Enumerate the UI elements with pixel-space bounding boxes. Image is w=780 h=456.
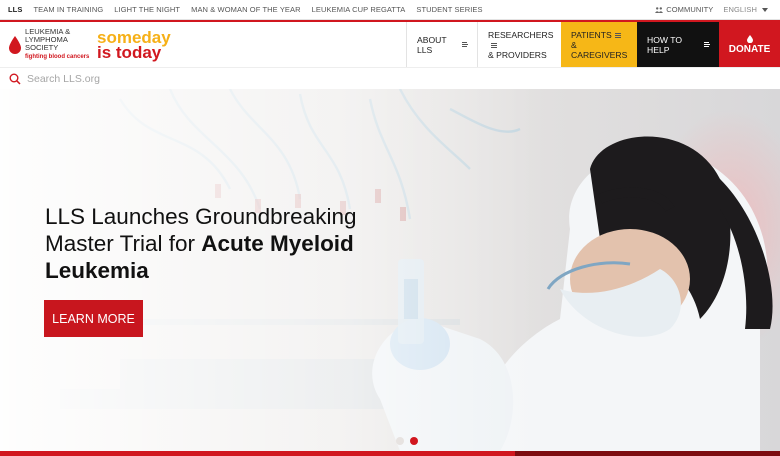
nav-research-line2: & PROVIDERS — [488, 49, 547, 60]
site-link-leukemia-cup-regatta[interactable]: LEUKEMIA CUP REGATTA — [312, 5, 406, 14]
blood-drop-icon — [9, 35, 21, 54]
nav-patients-line1: PATIENTS — [571, 29, 612, 40]
someday-is-today-slogan: someday is today — [97, 29, 171, 62]
learn-more-button[interactable]: LEARN MORE — [44, 300, 143, 337]
chevron-down-icon — [762, 7, 768, 12]
nav-researchers-providers[interactable]: RESEARCHERS & PROVIDERS — [477, 22, 561, 67]
search-icon[interactable] — [9, 73, 21, 85]
site-link-team-in-training[interactable]: TEAM IN TRAINING — [33, 5, 103, 14]
site-link-lls[interactable]: LLS — [8, 5, 22, 14]
site-family-links: LLS TEAM IN TRAINING LIGHT THE NIGHT MAN… — [0, 5, 494, 14]
donate-button[interactable]: DONATE — [719, 22, 780, 67]
search-input[interactable] — [27, 72, 327, 85]
slider-dot-2[interactable] — [410, 437, 418, 445]
menu-icon — [461, 42, 469, 47]
slider-progress-bar — [0, 451, 780, 456]
people-icon — [655, 6, 664, 13]
nav-patients-caregivers[interactable]: PATIENTS & CAREGIVERS — [561, 22, 637, 67]
slider-dot-1[interactable] — [396, 437, 404, 445]
community-label: COMMUNITY — [666, 5, 714, 14]
primary-nav: ABOUT LLS RESEARCHERS & PROVIDERS PATIEN… — [406, 22, 780, 67]
org-name-line3: SOCIETY — [25, 43, 59, 52]
site-link-man-woman-of-year[interactable]: MAN & WOMAN OF THE YEAR — [191, 5, 301, 14]
language-label: ENGLISH — [723, 5, 757, 14]
lls-logo[interactable]: LEUKEMIA & LYMPHOMA SOCIETY fighting blo… — [0, 22, 405, 67]
slogan-line2: is today — [97, 42, 162, 62]
utility-bar: LLS TEAM IN TRAINING LIGHT THE NIGHT MAN… — [0, 0, 780, 20]
menu-icon — [614, 32, 621, 38]
site-link-light-the-night[interactable]: LIGHT THE NIGHT — [114, 5, 180, 14]
nav-help-label: HOW TO HELP — [647, 34, 683, 55]
nav-how-to-help[interactable]: HOW TO HELP — [637, 22, 719, 67]
site-link-student-series[interactable]: STUDENT SERIES — [416, 5, 482, 14]
hero-banner: LLS Launches Groundbreaking Master Trial… — [0, 89, 780, 451]
blood-drop-icon — [746, 34, 753, 43]
nav-research-label: RESEARCHERS & PROVIDERS — [488, 30, 553, 60]
search-bar — [0, 67, 780, 89]
nav-about-label: ABOUT LLS — [417, 34, 447, 55]
org-name: LEUKEMIA & LYMPHOMA SOCIETY fighting blo… — [25, 27, 91, 62]
hero-headline: LLS Launches Groundbreaking Master Trial… — [45, 203, 405, 284]
nav-patients-label: PATIENTS & CAREGIVERS — [571, 30, 627, 60]
org-tagline: fighting blood cancers — [25, 54, 90, 61]
menu-icon — [703, 42, 711, 47]
main-header: LEUKEMIA & LYMPHOMA SOCIETY fighting blo… — [0, 22, 780, 67]
nav-research-line1: RESEARCHERS — [488, 29, 554, 40]
menu-icon — [491, 42, 497, 48]
community-link[interactable]: COMMUNITY — [655, 5, 713, 14]
language-selector[interactable]: ENGLISH — [723, 5, 768, 14]
nav-patients-line2: & CAREGIVERS — [571, 39, 628, 60]
nav-about-lls[interactable]: ABOUT LLS — [406, 22, 477, 67]
slider-dots — [396, 437, 424, 445]
donate-label: DONATE — [728, 43, 771, 55]
slider-progress-fill — [0, 451, 515, 456]
